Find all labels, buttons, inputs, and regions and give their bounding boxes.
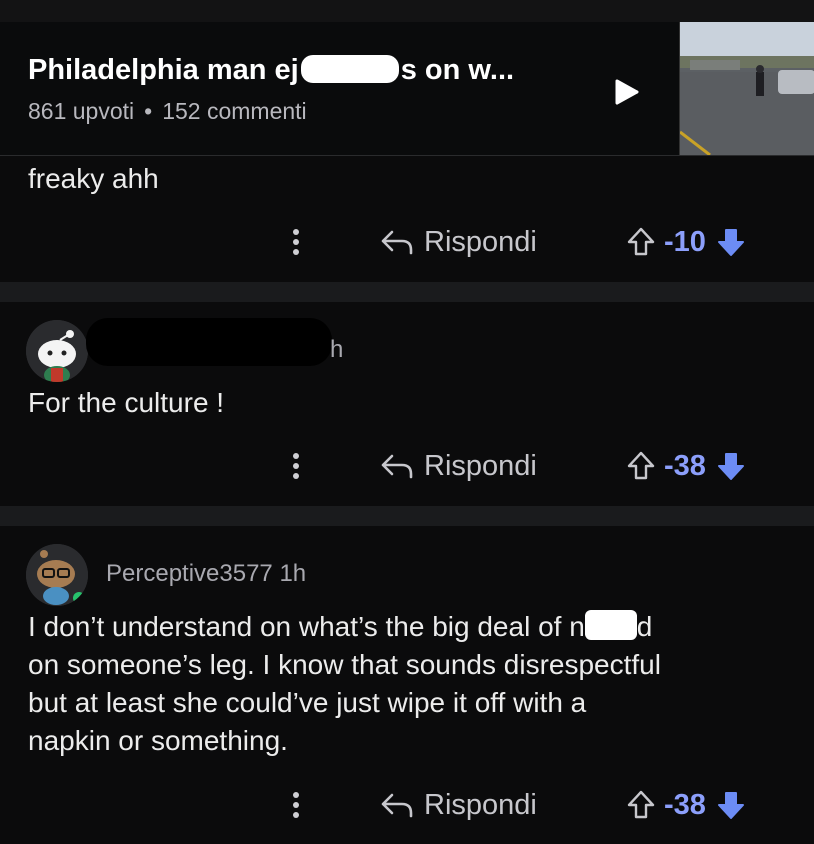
more-vertical-icon[interactable] — [288, 450, 304, 482]
upvote-icon[interactable] — [626, 789, 656, 821]
comment-3-line-1-end: d — [636, 611, 653, 642]
downvote-icon[interactable] — [716, 226, 746, 258]
reply-button[interactable]: Rispondi — [380, 446, 537, 486]
reply-button[interactable]: Rispondi — [380, 222, 537, 262]
comment-1-actions: Rispondi -10 — [0, 222, 814, 262]
post-upvotes: 861 upvoti — [28, 98, 135, 124]
comment-3-line-2: on someone’s leg. I know that sounds dis… — [28, 649, 661, 680]
username-redaction — [86, 318, 332, 366]
avatar-image — [26, 320, 88, 382]
comment-3-line-4: napkin or something. — [28, 725, 288, 756]
reply-button[interactable]: Rispondi — [380, 785, 537, 825]
comment-time: h — [330, 336, 344, 363]
comment-3-line-1-start: I don’t understand on what’s the big dea… — [28, 611, 585, 642]
downvote-icon[interactable] — [716, 789, 746, 821]
vote-controls: -38 — [626, 785, 746, 825]
comment-3-actions: Rispondi -38 — [0, 785, 814, 825]
comment-3-text: I don’t understand on what’s the big dea… — [28, 608, 798, 760]
inline-redaction — [584, 610, 637, 640]
reply-label: Rispondi — [424, 449, 537, 482]
reply-icon — [381, 230, 413, 255]
more-vertical-icon[interactable] — [288, 226, 304, 258]
meta-dot: • — [144, 98, 153, 124]
post-meta: 861 upvoti • 152 commenti — [28, 98, 307, 125]
reply-label: Rispondi — [424, 788, 537, 821]
vote-controls: -10 — [626, 222, 746, 262]
upvote-icon[interactable] — [626, 226, 656, 258]
play-icon[interactable] — [612, 78, 640, 106]
comment-author[interactable]: Perceptive3577 1h — [106, 560, 306, 588]
comment-separator — [0, 506, 814, 526]
comment-3-line-3: but at least she could’ve just wipe it o… — [28, 687, 587, 718]
comment-2-text: For the culture ! — [28, 387, 225, 418]
downvote-icon[interactable] — [716, 450, 746, 482]
post-title-start: Philadelphia man ej — [28, 54, 299, 86]
vote-controls: -38 — [626, 446, 746, 486]
vote-count: -38 — [664, 449, 706, 482]
reply-label: Rispondi — [424, 225, 537, 258]
comment-3-line-1: I don’t understand on what’s the big dea… — [28, 608, 798, 646]
post-comments-count: 152 commenti — [162, 98, 307, 124]
post-header[interactable]: Philadelphia man ej s on w... 861 upvoti •… — [0, 22, 814, 156]
vote-count: -10 — [664, 225, 706, 258]
reply-icon — [381, 793, 413, 818]
reply-icon — [381, 454, 413, 479]
upvote-icon[interactable] — [626, 450, 656, 482]
title-redaction — [300, 55, 399, 83]
avatar[interactable] — [26, 320, 88, 382]
post-title-end: s on w... — [400, 54, 515, 86]
avatar-image — [26, 544, 88, 606]
comment-2-actions: Rispondi -38 — [0, 446, 814, 486]
comment-1-text: freaky ahh — [28, 163, 159, 194]
username[interactable]: Perceptive3577 — [106, 560, 273, 587]
comment-time: 1h — [279, 560, 307, 587]
vote-count: -38 — [664, 788, 706, 821]
comment-separator — [0, 282, 814, 302]
top-strip — [0, 0, 814, 22]
post-title[interactable]: Philadelphia man ej s on w... — [28, 54, 514, 87]
avatar[interactable] — [26, 544, 88, 606]
more-vertical-icon[interactable] — [288, 789, 304, 821]
post-thumbnail[interactable] — [679, 22, 814, 155]
